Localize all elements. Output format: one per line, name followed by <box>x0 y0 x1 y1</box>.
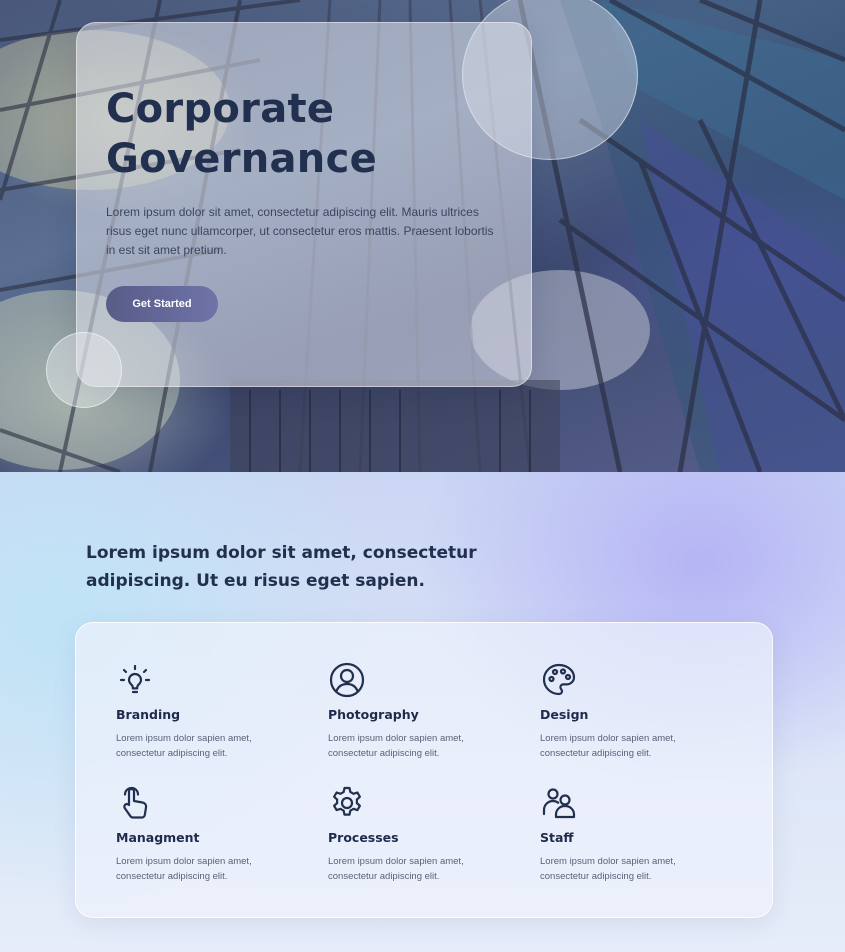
feature-managment: Managment Lorem ipsum dolor sapien amet,… <box>116 784 306 884</box>
page-title-line-1: Corporate <box>106 86 335 132</box>
feature-title: Photography <box>328 707 419 722</box>
feature-title: Branding <box>116 707 181 722</box>
hero-section: Corporate Governance Lorem ipsum dolor s… <box>0 0 845 472</box>
feature-branding: Branding Lorem ipsum dolor sapien amet, … <box>116 661 306 761</box>
user-circle-icon <box>328 661 366 699</box>
palette-icon <box>540 661 578 699</box>
page-title: Corporate Governance <box>106 84 506 184</box>
section-heading: Lorem ipsum dolor sit amet, consectetur … <box>86 543 477 591</box>
feature-description: Lorem ipsum dolor sapien amet, consectet… <box>116 733 252 759</box>
feature-staff: Staff Lorem ipsum dolor sapien amet, con… <box>540 784 730 884</box>
feature-design: Design Lorem ipsum dolor sapien amet, co… <box>540 661 730 761</box>
feature-title: Design <box>540 707 589 722</box>
gear-icon <box>328 784 366 822</box>
hero-description: Lorem ipsum dolor sit amet, consectetur … <box>106 205 494 257</box>
decorative-glass-circle-small <box>46 332 122 408</box>
feature-title: Staff <box>540 830 574 845</box>
get-started-button[interactable]: Get Started <box>106 286 218 322</box>
feature-processes: Processes Lorem ipsum dolor sapien amet,… <box>328 784 518 884</box>
feature-description: Lorem ipsum dolor sapien amet, consectet… <box>116 856 252 882</box>
feature-description: Lorem ipsum dolor sapien amet, consectet… <box>328 733 464 759</box>
feature-description: Lorem ipsum dolor sapien amet, consectet… <box>328 856 464 882</box>
feature-description: Lorem ipsum dolor sapien amet, consectet… <box>540 856 676 882</box>
feature-photography: Photography Lorem ipsum dolor sapien ame… <box>328 661 518 761</box>
feature-title: Processes <box>328 830 399 845</box>
pointer-hand-icon <box>116 784 154 822</box>
feature-description: Lorem ipsum dolor sapien amet, consectet… <box>540 733 676 759</box>
page-title-line-2: Governance <box>106 136 378 182</box>
users-icon <box>540 784 578 822</box>
feature-title: Managment <box>116 830 200 845</box>
lightbulb-icon <box>116 661 154 699</box>
